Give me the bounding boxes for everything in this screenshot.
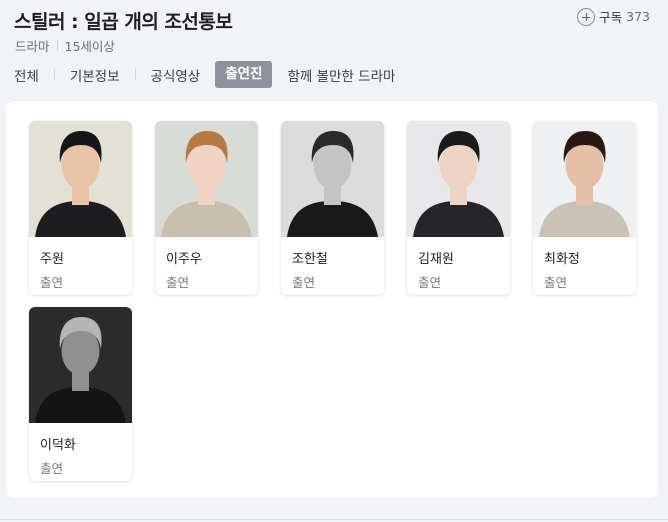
tab-all[interactable]: 전체 xyxy=(14,65,39,85)
cast-role: 출연 xyxy=(166,275,190,290)
cast-grid: 주원 출연 이주우 출연 조한철 출연 김재원 출연 최화정 출연 이덕화 출연 xyxy=(29,121,636,481)
cast-role: 출연 xyxy=(544,275,568,290)
cast-panel: 주원 출연 이주우 출연 조한철 출연 김재원 출연 최화정 출연 이덕화 출연 xyxy=(6,101,658,498)
cast-name: 이주우 xyxy=(166,252,202,267)
cast-card[interactable]: 주원출연 xyxy=(29,121,132,295)
cast-role: 출연 xyxy=(40,461,64,476)
subscribe-button[interactable]: 구독 373 xyxy=(577,7,650,26)
cast-name: 조한철 xyxy=(292,252,328,267)
cast-photo xyxy=(155,121,258,237)
cast-photo xyxy=(29,121,132,237)
genre-text: 드라마 xyxy=(15,39,50,54)
cast-name: 주원 xyxy=(40,252,64,267)
cast-photo xyxy=(29,307,132,423)
drama-meta: 드라마 15세이상 xyxy=(15,36,115,55)
rating-text: 15세이상 xyxy=(64,39,115,54)
subscribe-label: 구독 xyxy=(599,10,623,25)
tab-cast[interactable]: 출연진 xyxy=(215,61,273,88)
cast-photo xyxy=(407,121,510,237)
cast-card[interactable]: 조한철출연 xyxy=(281,121,384,295)
cast-name: 김재원 xyxy=(418,252,454,267)
tab-basic-info[interactable]: 기본정보 xyxy=(70,65,120,85)
tab-recommended-dramas[interactable]: 함께 볼만한 드라마 xyxy=(287,65,395,85)
tab-divider xyxy=(134,69,136,80)
cast-photo xyxy=(281,121,384,237)
bottom-divider xyxy=(0,519,668,520)
cast-photo xyxy=(533,121,636,237)
cast-card[interactable]: 김재원출연 xyxy=(407,121,510,295)
tab-official-video[interactable]: 공식영상 xyxy=(151,65,201,85)
plus-icon xyxy=(577,7,596,26)
cast-name: 최화정 xyxy=(544,252,580,267)
meta-divider xyxy=(56,40,58,51)
cast-name: 이덕화 xyxy=(40,438,76,453)
cast-role: 출연 xyxy=(292,275,316,290)
cast-role: 출연 xyxy=(40,275,64,290)
cast-card[interactable]: 이주우출연 xyxy=(155,121,258,295)
cast-card[interactable]: 이덕화출연 xyxy=(29,307,132,481)
subscribe-count: 373 xyxy=(626,9,650,24)
tab-divider xyxy=(53,69,55,80)
tab-bar: 전체 기본정보 공식영상 출연진 함께 볼만한 드라마 xyxy=(14,61,395,88)
cast-role: 출연 xyxy=(418,275,442,290)
cast-card[interactable]: 최화정출연 xyxy=(533,121,636,295)
drama-header: 스틸러 : 일곱 개의 조선통보 구독 373 드라마 15세이상 전체 기본정… xyxy=(0,0,668,96)
page-title: 스틸러 : 일곱 개의 조선통보 xyxy=(14,11,233,33)
